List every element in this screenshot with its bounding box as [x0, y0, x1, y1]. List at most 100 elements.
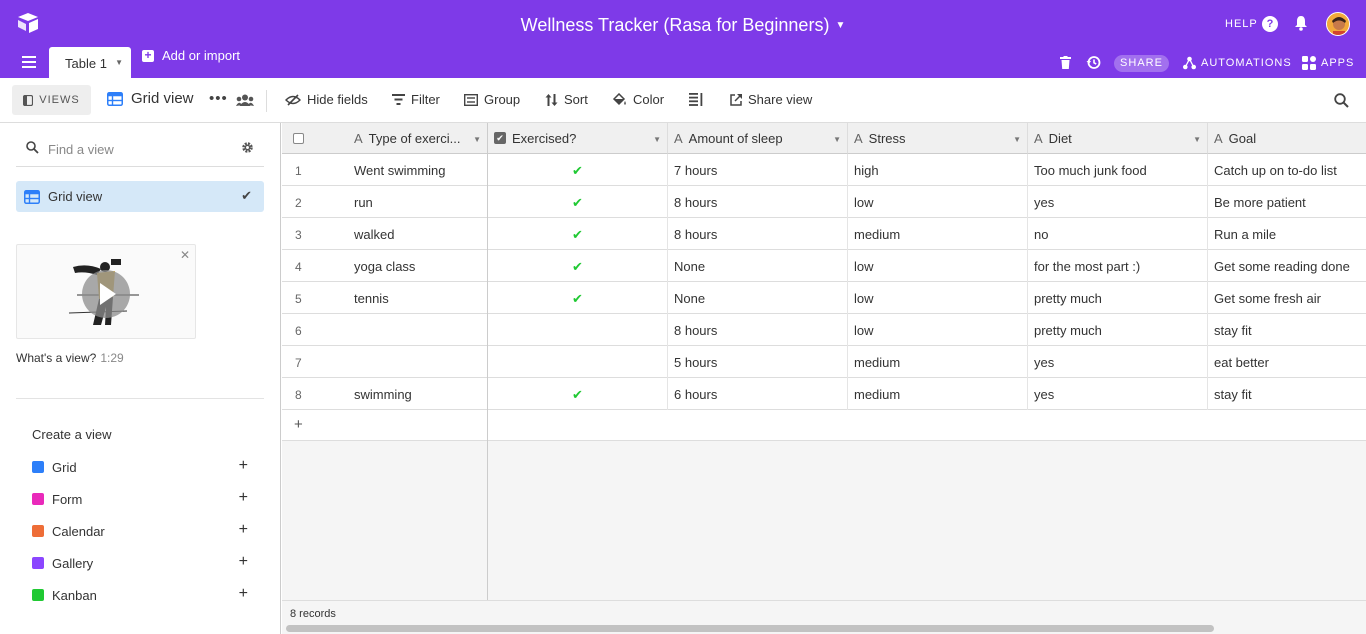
table-row[interactable]: 2 run ✔ 8 hours low yes Be more patient	[282, 186, 1366, 218]
gear-icon[interactable]	[241, 141, 254, 154]
create-form-view[interactable]: Form +	[32, 489, 256, 509]
chevron-down-icon[interactable]: ▼	[1013, 135, 1021, 144]
color-button[interactable]: Color	[612, 92, 664, 107]
cell-type[interactable]: walked	[348, 218, 488, 250]
table-row[interactable]: 7 5 hours medium yes eat better	[282, 346, 1366, 378]
cell-type[interactable]: swimming	[348, 378, 488, 410]
cell-exercised[interactable]: ✔	[488, 250, 668, 282]
video-caption[interactable]: What's a view? 1:29	[16, 351, 124, 365]
apps-button[interactable]: APPS	[1302, 56, 1354, 70]
cell-sleep[interactable]: 8 hours	[668, 218, 848, 250]
cell-exercised[interactable]: ✔	[488, 218, 668, 250]
find-view-input[interactable]	[48, 142, 228, 157]
table-row[interactable]: 4 yoga class ✔ None low for the most par…	[282, 250, 1366, 282]
plus-icon[interactable]: +	[239, 585, 248, 603]
cell-diet[interactable]: pretty much	[1028, 314, 1208, 346]
add-or-import-button[interactable]: + Add or import	[142, 48, 240, 63]
base-title-button[interactable]: Wellness Tracker (Rasa for Beginners) ▼	[521, 15, 846, 35]
share-view-button[interactable]: Share view	[730, 92, 812, 107]
cell-sleep[interactable]: 8 hours	[668, 186, 848, 218]
airtable-logo-icon[interactable]	[16, 12, 40, 34]
table-row[interactable]: 8 swimming ✔ 6 hours medium yes stay fit	[282, 378, 1366, 410]
help-icon[interactable]: ?	[1262, 16, 1278, 32]
horizontal-scrollbar[interactable]	[286, 625, 1214, 632]
cell-goal[interactable]: stay fit	[1208, 378, 1366, 410]
cell-stress[interactable]: medium	[848, 346, 1028, 378]
create-gallery-view[interactable]: Gallery +	[32, 553, 256, 573]
chevron-down-icon[interactable]: ▼	[653, 135, 661, 144]
group-button[interactable]: Group	[464, 92, 520, 107]
cell-goal[interactable]: Run a mile	[1208, 218, 1366, 250]
plus-icon[interactable]: +	[239, 553, 248, 571]
automations-button[interactable]: AUTOMATIONS	[1183, 56, 1292, 70]
cell-stress[interactable]: medium	[848, 218, 1028, 250]
add-record-icon[interactable]: +	[294, 416, 303, 433]
chevron-down-icon[interactable]: ▼	[833, 135, 841, 144]
cell-diet[interactable]: Too much junk food	[1028, 154, 1208, 186]
sidebar-item-grid-view[interactable]: Grid view ✔	[16, 181, 264, 212]
cell-sleep[interactable]: None	[668, 282, 848, 314]
cell-diet[interactable]: no	[1028, 218, 1208, 250]
cell-stress[interactable]: low	[848, 186, 1028, 218]
cell-diet[interactable]: for the most part :)	[1028, 250, 1208, 282]
cell-sleep[interactable]: None	[668, 250, 848, 282]
row-height-icon[interactable]	[689, 93, 703, 106]
cell-exercised[interactable]	[488, 346, 668, 378]
cell-diet[interactable]: yes	[1028, 186, 1208, 218]
plus-icon[interactable]: +	[239, 521, 248, 539]
plus-icon[interactable]: +	[239, 489, 248, 507]
current-view-switcher[interactable]: Grid view	[107, 90, 194, 107]
search-icon[interactable]	[1334, 93, 1349, 108]
plus-icon[interactable]: +	[239, 457, 248, 475]
cell-diet[interactable]: pretty much	[1028, 282, 1208, 314]
cell-goal[interactable]: Catch up on to-do list	[1208, 154, 1366, 186]
cell-stress[interactable]: low	[848, 250, 1028, 282]
cell-exercised[interactable]: ✔	[488, 378, 668, 410]
add-record-row[interactable]: +	[282, 410, 1366, 441]
cell-sleep[interactable]: 5 hours	[668, 346, 848, 378]
close-icon[interactable]: ✕	[180, 248, 190, 262]
tab-table-1[interactable]: Table 1 ▼	[49, 47, 131, 78]
cell-sleep[interactable]: 6 hours	[668, 378, 848, 410]
cell-diet[interactable]: yes	[1028, 346, 1208, 378]
table-row[interactable]: 3 walked ✔ 8 hours medium no Run a mile	[282, 218, 1366, 250]
views-toggle-button[interactable]: VIEWS	[12, 85, 91, 115]
cell-stress[interactable]: low	[848, 314, 1028, 346]
hide-fields-button[interactable]: Hide fields	[285, 92, 368, 107]
cell-type[interactable]: yoga class	[348, 250, 488, 282]
chevron-down-icon[interactable]: ▼	[115, 58, 123, 67]
cell-goal[interactable]: eat better	[1208, 346, 1366, 378]
column-header-diet[interactable]: A Diet ▼	[1028, 123, 1208, 154]
column-header-exercised[interactable]: ✔ Exercised? ▼	[488, 123, 668, 154]
cell-goal[interactable]: Get some fresh air	[1208, 282, 1366, 314]
filter-button[interactable]: Filter	[392, 92, 440, 107]
cell-goal[interactable]: Get some reading done	[1208, 250, 1366, 282]
cell-goal[interactable]: Be more patient	[1208, 186, 1366, 218]
collaborators-icon[interactable]	[236, 94, 254, 107]
more-options-icon[interactable]: •••	[209, 90, 228, 107]
history-icon[interactable]	[1086, 55, 1101, 70]
cell-stress[interactable]: high	[848, 154, 1028, 186]
column-header-goal[interactable]: A Goal	[1208, 123, 1366, 154]
cell-exercised[interactable]: ✔	[488, 282, 668, 314]
avatar[interactable]	[1326, 12, 1350, 36]
table-row[interactable]: 5 tennis ✔ None low pretty much Get some…	[282, 282, 1366, 314]
table-row[interactable]: 1 Went swimming ✔ 7 hours high Too much …	[282, 154, 1366, 186]
video-thumbnail[interactable]: ✕	[16, 244, 196, 339]
cell-exercised[interactable]: ✔	[488, 154, 668, 186]
chevron-down-icon[interactable]: ▼	[1193, 135, 1201, 144]
create-grid-view[interactable]: Grid +	[32, 457, 256, 477]
cell-type[interactable]	[348, 346, 488, 378]
cell-goal[interactable]: stay fit	[1208, 314, 1366, 346]
cell-type[interactable]	[348, 314, 488, 346]
help-label[interactable]: HELP	[1225, 18, 1258, 30]
cell-exercised[interactable]	[488, 314, 668, 346]
cell-type[interactable]: tennis	[348, 282, 488, 314]
cell-type[interactable]: Went swimming	[348, 154, 488, 186]
cell-sleep[interactable]: 7 hours	[668, 154, 848, 186]
trash-icon[interactable]	[1060, 56, 1071, 69]
chevron-down-icon[interactable]: ▼	[473, 135, 481, 144]
cell-exercised[interactable]: ✔	[488, 186, 668, 218]
cell-stress[interactable]: low	[848, 282, 1028, 314]
column-header-type[interactable]: A Type of exerci... ▼	[348, 123, 488, 154]
